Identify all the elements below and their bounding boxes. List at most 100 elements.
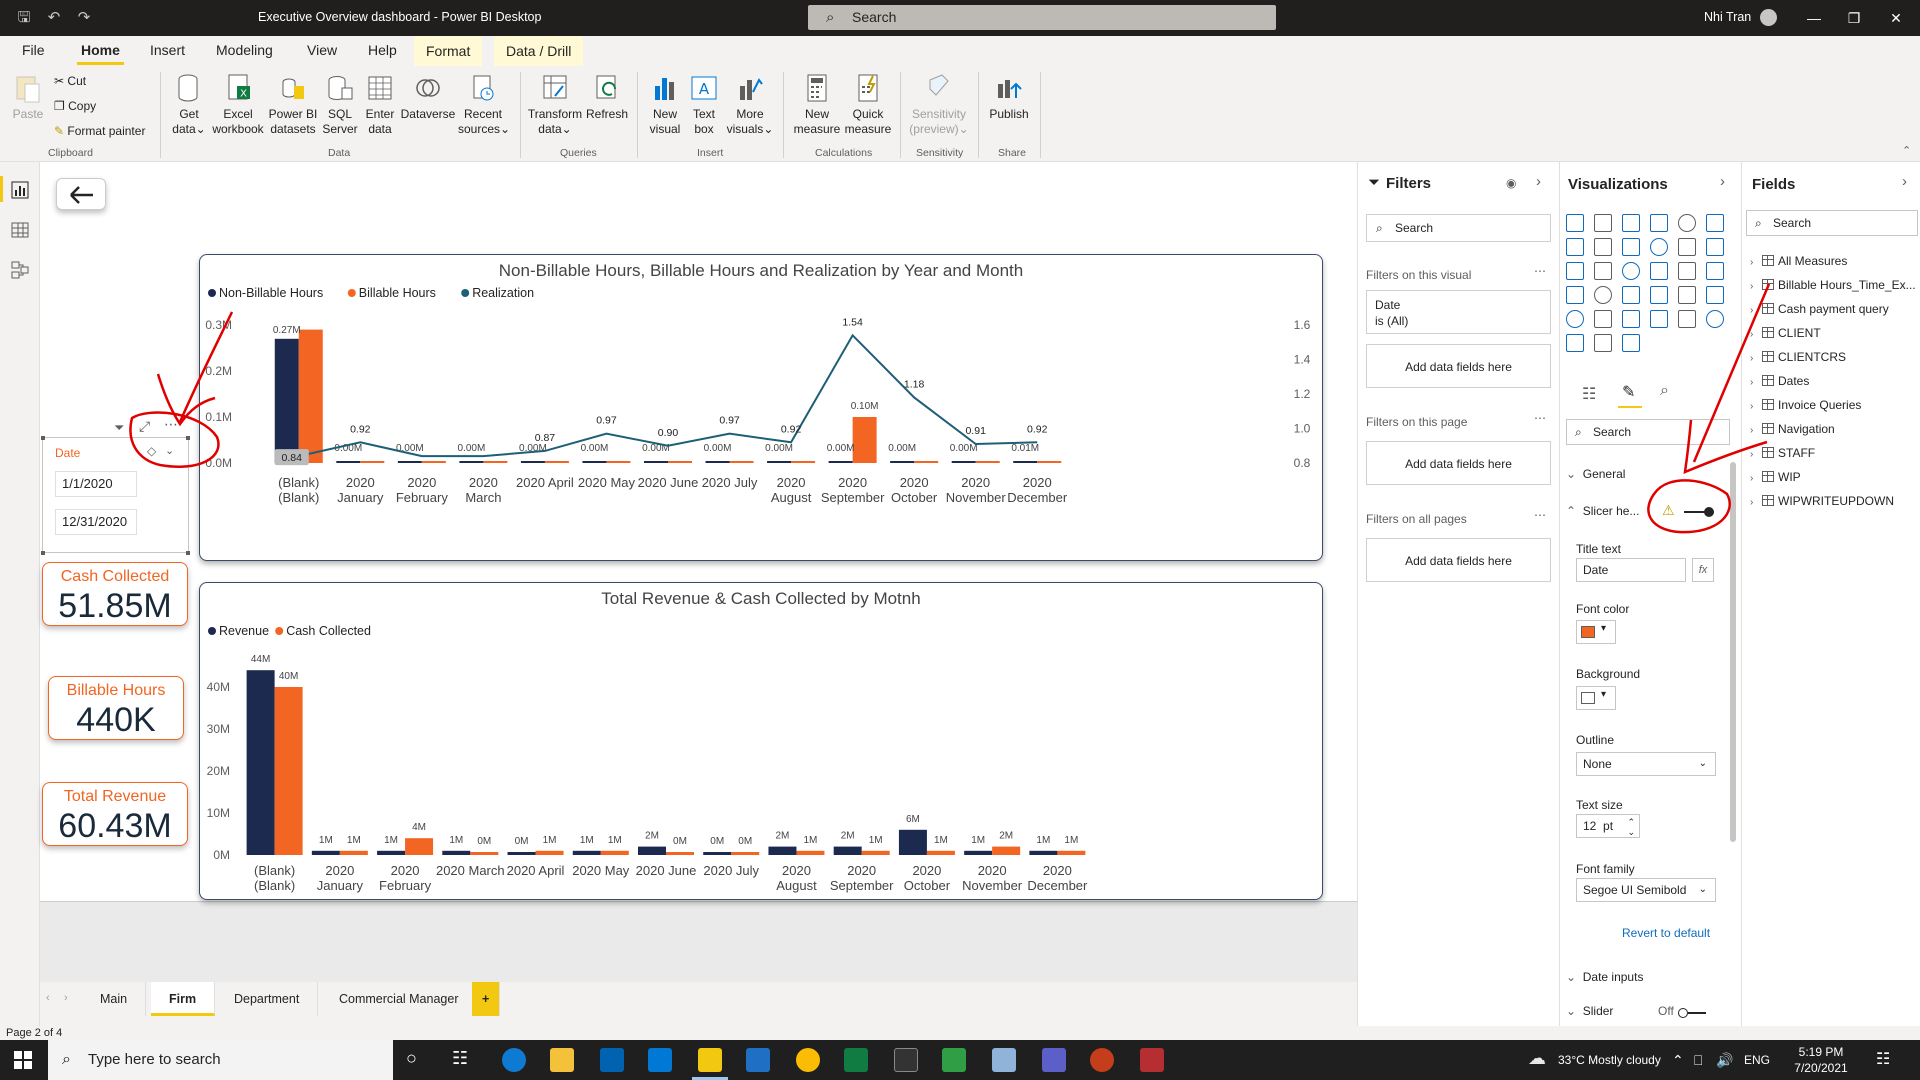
language-indicator[interactable]: ENG: [1744, 1040, 1770, 1080]
visual-type-icon[interactable]: [1678, 262, 1696, 280]
more-options-icon[interactable]: ⋯: [164, 416, 179, 433]
start-date-input[interactable]: 1/1/2020: [55, 471, 137, 497]
kpi-card-billable-hours[interactable]: Billable Hours 440K: [48, 676, 184, 740]
filter-icon[interactable]: ⏷: [114, 420, 124, 436]
windows-start-icon[interactable]: [14, 1051, 32, 1069]
report-view-icon[interactable]: [10, 180, 30, 200]
visual-type-icon[interactable]: [1594, 334, 1612, 352]
recent-sources-button[interactable]: Recent sources⌄: [458, 72, 510, 137]
restore-icon[interactable]: ❐: [1834, 6, 1874, 30]
app-icon[interactable]: [942, 1048, 966, 1072]
sql-server-button[interactable]: SQL Server: [320, 72, 360, 137]
app-icon[interactable]: [1140, 1048, 1164, 1072]
tab-modeling[interactable]: Modeling: [216, 42, 273, 58]
general-section-toggle[interactable]: ⌄ General: [1566, 467, 1625, 481]
visual-type-icon[interactable]: [1566, 214, 1584, 232]
undo-icon[interactable]: ↶: [44, 8, 64, 28]
tab-home[interactable]: Home: [77, 42, 124, 65]
visual-type-icon[interactable]: [1594, 262, 1612, 280]
tab-insert[interactable]: Insert: [150, 42, 185, 58]
field-table-item[interactable]: › WIPWRITEUPDOWN: [1750, 494, 1894, 508]
chevron-down-icon[interactable]: ⌄: [165, 444, 174, 457]
visual-type-icon[interactable]: [1622, 310, 1640, 328]
visual-type-icon[interactable]: [1650, 214, 1668, 232]
page-tab-commercial-manager[interactable]: Commercial Manager: [321, 982, 478, 1016]
tab-format[interactable]: Format: [414, 36, 483, 66]
format-search-input[interactable]: ⌕ Search: [1566, 419, 1730, 445]
format-pane-scrollbar[interactable]: [1730, 462, 1736, 842]
visual-type-icon[interactable]: [1566, 286, 1584, 304]
weather-text[interactable]: 33°C Mostly cloudy: [1558, 1040, 1661, 1080]
avatar[interactable]: [1760, 9, 1777, 26]
add-report-filter-well[interactable]: Add data fields here: [1366, 538, 1551, 582]
close-icon[interactable]: ✕: [1876, 6, 1916, 30]
prev-page-icon[interactable]: ‹: [46, 992, 50, 1004]
field-table-item[interactable]: › Dates: [1750, 374, 1809, 388]
tab-file[interactable]: File: [22, 42, 45, 58]
format-painter-button[interactable]: ✎ Format painter: [54, 124, 145, 138]
new-visual-button[interactable]: New visual: [645, 72, 685, 137]
visual-type-icon[interactable]: [1678, 286, 1696, 304]
visual-type-icon[interactable]: [1566, 238, 1584, 256]
page-tab-main[interactable]: Main: [82, 982, 147, 1016]
visual-type-icon[interactable]: [1706, 262, 1724, 280]
eraser-icon[interactable]: ◇: [147, 444, 156, 458]
fields-search-input[interactable]: ⌕ Search: [1746, 210, 1918, 236]
field-table-item[interactable]: › STAFF: [1750, 446, 1815, 460]
powerpoint-icon[interactable]: [1090, 1048, 1114, 1072]
field-table-item[interactable]: › Cash payment query: [1750, 302, 1889, 316]
clock[interactable]: 5:19 PM 7/20/2021: [1786, 1044, 1856, 1076]
field-table-item[interactable]: › CLIENT: [1750, 326, 1821, 340]
resize-handle[interactable]: [41, 436, 45, 440]
transform-data-button[interactable]: Transform data⌄: [527, 72, 583, 137]
store-icon[interactable]: [600, 1048, 624, 1072]
visual-type-icon[interactable]: [1650, 262, 1668, 280]
chevron-down-icon[interactable]: ⌄: [1627, 821, 1635, 843]
copy-button[interactable]: ❐ Copy: [54, 99, 96, 113]
slicer-header-section-toggle[interactable]: ⌃ Slicer he...: [1566, 504, 1639, 518]
refresh-button[interactable]: Refresh: [584, 72, 630, 122]
revert-to-default-link[interactable]: Revert to default: [1622, 926, 1710, 940]
enter-data-button[interactable]: Enter data: [360, 72, 400, 137]
collapse-visualizations-icon[interactable]: ›: [1720, 173, 1725, 190]
visual-type-icon[interactable]: [1594, 238, 1612, 256]
font-family-select[interactable]: Segoe UI Semibold ⌄: [1576, 878, 1716, 902]
visual-type-icon[interactable]: [1622, 334, 1640, 352]
fields-well-icon[interactable]: ☷: [1582, 384, 1596, 404]
tab-view[interactable]: View: [307, 42, 337, 58]
slicer-header-toggle[interactable]: [1684, 507, 1714, 517]
date-inputs-section-toggle[interactable]: ⌄ Date inputs: [1566, 970, 1643, 984]
notifications-icon[interactable]: ☷: [1876, 1040, 1890, 1080]
collapse-ribbon-icon[interactable]: ⌃: [1902, 144, 1911, 157]
mail-icon[interactable]: [648, 1048, 672, 1072]
tab-data-drill[interactable]: Data / Drill: [494, 36, 584, 66]
visual-type-icon[interactable]: [1650, 310, 1668, 328]
focus-mode-icon[interactable]: ⤢: [139, 418, 150, 435]
date-slicer[interactable]: Date ◇ ⌄ 1/1/2020 12/31/2020: [42, 437, 189, 553]
slider-section-toggle[interactable]: ⌄ Slider: [1566, 1004, 1613, 1018]
field-table-item[interactable]: › Invoice Queries: [1750, 398, 1861, 412]
dataverse-button[interactable]: Dataverse: [400, 72, 456, 122]
kpi-card-total-revenue[interactable]: Total Revenue 60.43M: [42, 782, 188, 846]
field-table-item[interactable]: › Navigation: [1750, 422, 1835, 436]
sensitivity-button[interactable]: Sensitivity (preview)⌄: [906, 72, 972, 137]
task-view-icon[interactable]: ☷: [452, 1048, 468, 1069]
text-box-button[interactable]: A Text box: [686, 72, 722, 137]
more-options-icon[interactable]: ⋯: [1534, 508, 1546, 522]
visual-type-icon[interactable]: [1706, 310, 1724, 328]
eye-icon[interactable]: ◉: [1506, 176, 1516, 190]
get-data-button[interactable]: Get data⌄: [168, 72, 210, 137]
add-visual-filter-well[interactable]: Add data fields here: [1366, 344, 1551, 388]
cut-button[interactable]: ✂ Cut: [54, 74, 86, 88]
tray-chevron-icon[interactable]: ⌃: [1672, 1040, 1684, 1080]
hours-realization-chart[interactable]: Non-Billable Hours, Billable Hours and R…: [199, 254, 1323, 561]
font-color-picker[interactable]: ▾: [1576, 620, 1616, 644]
paste-button[interactable]: Paste: [10, 72, 46, 122]
edge-icon[interactable]: [502, 1048, 526, 1072]
resize-handle[interactable]: [186, 436, 190, 440]
field-table-item[interactable]: › CLIENTCRS: [1750, 350, 1846, 364]
visual-type-icon[interactable]: [1706, 286, 1724, 304]
minimize-icon[interactable]: —: [1794, 6, 1834, 30]
next-page-icon[interactable]: ›: [64, 992, 68, 1004]
visual-type-icon[interactable]: [1678, 214, 1696, 232]
